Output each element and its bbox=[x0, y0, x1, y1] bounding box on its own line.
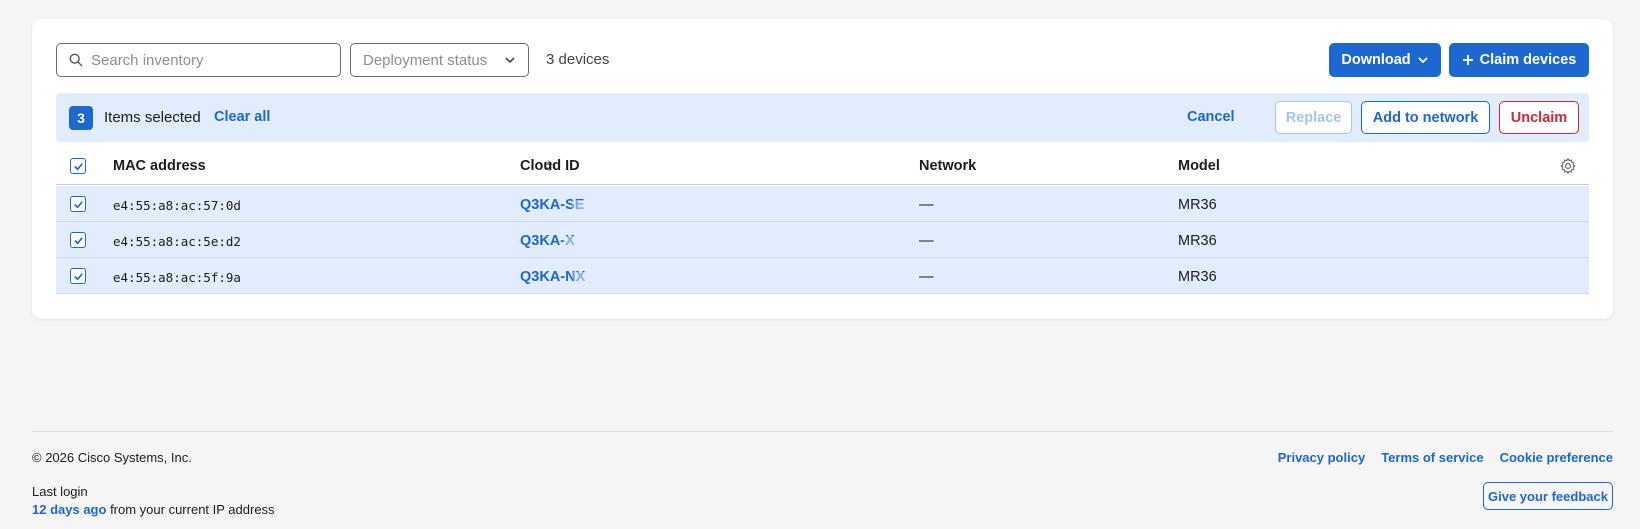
model-value: MR36 bbox=[1178, 197, 1217, 213]
deployment-status-select[interactable]: Deployment status bbox=[350, 43, 529, 77]
cloud-id-link[interactable]: Q3KA-NX bbox=[520, 269, 608, 285]
replace-button[interactable]: Replace bbox=[1275, 101, 1352, 134]
selected-count-badge: 3 bbox=[69, 106, 93, 130]
claim-devices-label: Claim devices bbox=[1479, 52, 1577, 68]
last-login-ago-link[interactable]: 12 days ago bbox=[32, 502, 106, 517]
checkmark-icon bbox=[73, 272, 83, 280]
network-value: — bbox=[919, 197, 934, 213]
plus-icon bbox=[1462, 55, 1473, 65]
download-label: Download bbox=[1341, 52, 1411, 68]
table-row[interactable]: e4:55:a8:ac:5e:d2 Q3KA-X — MR36 bbox=[56, 222, 1589, 258]
network-value: — bbox=[919, 269, 934, 285]
chevron-down-icon bbox=[1418, 57, 1428, 64]
mac-address: e4:55:a8:ac:5f:9a bbox=[113, 270, 241, 285]
model-value: MR36 bbox=[1178, 269, 1217, 285]
clear-all-link[interactable]: Clear all bbox=[214, 109, 270, 125]
search-box[interactable] bbox=[56, 43, 341, 77]
download-button[interactable]: Download bbox=[1329, 43, 1441, 77]
copyright: © 2026 Cisco Systems, Inc. bbox=[32, 450, 192, 465]
mac-address: e4:55:a8:ac:57:0d bbox=[113, 198, 241, 213]
footer-links: Privacy policy Terms of service Cookie p… bbox=[1278, 450, 1613, 465]
footer-divider bbox=[32, 431, 1613, 432]
row-checkbox[interactable] bbox=[70, 232, 86, 248]
device-count: 3 devices bbox=[546, 51, 610, 68]
network-value: — bbox=[919, 233, 934, 249]
table-header: MAC address Cloud ID Network Model bbox=[56, 145, 1589, 185]
checkmark-icon bbox=[73, 236, 83, 244]
last-login-label: Last login bbox=[32, 484, 88, 499]
gear-icon[interactable] bbox=[1559, 157, 1577, 175]
checkmark-icon bbox=[73, 200, 83, 208]
chevron-down-icon bbox=[505, 57, 515, 64]
inventory-card: Deployment status 3 devices Download Cla… bbox=[32, 19, 1613, 319]
cancel-button[interactable]: Cancel bbox=[1187, 109, 1235, 125]
select-all-checkbox[interactable] bbox=[70, 158, 86, 174]
last-login-detail: 12 days ago from your current IP address bbox=[32, 502, 275, 517]
mac-address: e4:55:a8:ac:5e:d2 bbox=[113, 234, 241, 249]
cookie-preference-link[interactable]: Cookie preference bbox=[1500, 450, 1613, 465]
terms-of-service-link[interactable]: Terms of service bbox=[1381, 450, 1483, 465]
column-header-cloud-id[interactable]: Cloud ID bbox=[520, 158, 580, 174]
column-header-model[interactable]: Model bbox=[1178, 158, 1220, 174]
give-feedback-button[interactable]: Give your feedback bbox=[1483, 482, 1613, 510]
checkmark-icon bbox=[73, 162, 83, 170]
column-header-mac[interactable]: MAC address bbox=[113, 158, 206, 174]
cloud-id-link[interactable]: Q3KA-X bbox=[520, 233, 597, 249]
row-checkbox[interactable] bbox=[70, 196, 86, 212]
deployment-status-label: Deployment status bbox=[363, 51, 488, 69]
add-to-network-button[interactable]: Add to network bbox=[1361, 101, 1490, 134]
column-header-network[interactable]: Network bbox=[919, 158, 976, 174]
table-row[interactable]: e4:55:a8:ac:5f:9a Q3KA-NX — MR36 bbox=[56, 258, 1589, 294]
redaction-fade bbox=[573, 272, 608, 283]
search-icon bbox=[69, 53, 83, 67]
model-value: MR36 bbox=[1178, 233, 1217, 249]
claim-devices-button[interactable]: Claim devices bbox=[1449, 43, 1589, 77]
row-checkbox[interactable] bbox=[70, 268, 86, 284]
redaction-fade bbox=[562, 236, 597, 247]
cloud-id-link[interactable]: Q3KA-SE bbox=[520, 197, 607, 213]
table-row[interactable]: e4:55:a8:ac:57:0d Q3KA-SE — MR36 bbox=[56, 186, 1589, 222]
last-login-suffix: from your current IP address bbox=[110, 502, 275, 517]
items-selected-text: Items selected bbox=[104, 109, 201, 126]
redaction-fade bbox=[572, 200, 607, 211]
search-input[interactable] bbox=[91, 51, 321, 69]
selection-bar: 3 Items selected Clear all Cancel Replac… bbox=[56, 93, 1589, 142]
privacy-policy-link[interactable]: Privacy policy bbox=[1278, 450, 1365, 465]
unclaim-button[interactable]: Unclaim bbox=[1499, 101, 1579, 134]
